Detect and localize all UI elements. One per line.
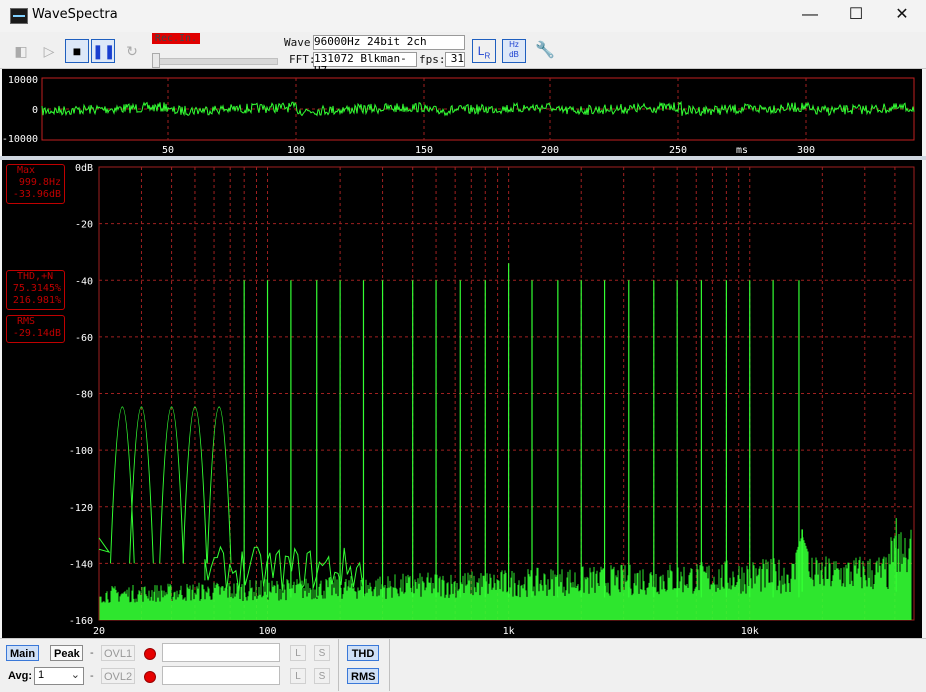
scope-y-tick: 0 <box>32 105 38 116</box>
stop-icon[interactable]: ■ <box>65 39 89 63</box>
db-tick-label: -140 <box>69 559 93 570</box>
scope-x-tick: 150 <box>415 145 433 156</box>
thdn-readout-value: 216.981% <box>12 295 61 306</box>
fps-value: 31 <box>445 52 465 67</box>
thd-readout-title: THD,+N <box>17 271 54 282</box>
fps-label: fps: <box>419 53 446 66</box>
ovl2-dash: - <box>90 670 94 682</box>
noise-floor <box>99 529 912 620</box>
spectrum-grid <box>98 166 915 621</box>
level-slider-thumb[interactable] <box>152 53 160 68</box>
hz-db-icon[interactable]: Hz dB <box>502 39 526 63</box>
scope-y-tick: 10000 <box>8 75 38 86</box>
freq-tick-label: 10k <box>741 626 759 637</box>
ovl2-field <box>162 666 280 685</box>
scope-x-tick: 250 <box>669 145 687 156</box>
app-icon <box>10 8 28 24</box>
spectrum-panel: 0dB -20 -40 -60 -80 -100 -120 -140 -160 20 100 1k 1… <box>2 160 922 638</box>
ovl1-field <box>162 643 280 662</box>
maximize-icon[interactable]: ☐ <box>833 0 879 30</box>
db-tick-label: -20 <box>75 220 93 231</box>
waveform-svg: 10000 0 -10000 50 100 150 200 250 ms 300 <box>2 75 915 156</box>
peak-button[interactable]: Peak <box>50 645 83 661</box>
thd-readout-box: THD,+N 75.3145% 216.981% <box>6 270 65 310</box>
play-icon[interactable]: ▷ <box>37 39 61 63</box>
thd-button[interactable]: THD <box>347 645 379 661</box>
harmonic-lobe <box>206 406 232 564</box>
rms-button[interactable]: RMS <box>347 668 379 684</box>
rms-readout-value: -29.14dB <box>12 328 61 339</box>
ovl1-s-button[interactable]: S <box>314 645 330 661</box>
ovl2-s-button[interactable]: S <box>314 668 330 684</box>
main-button[interactable]: Main <box>6 645 39 661</box>
minimize-icon[interactable]: — <box>787 0 833 30</box>
spectrum-x-ticks: 20 100 1k 10k <box>93 626 759 637</box>
close-icon[interactable]: ✕ <box>879 0 925 30</box>
bottom-divider <box>338 639 339 691</box>
max-readout-freq: 999.8Hz <box>18 177 61 188</box>
title-bar: WaveSpectra — ☐ ✕ <box>0 0 926 32</box>
thd-readout-value: 75.3145% <box>12 283 61 294</box>
ovl2-led-icon <box>144 671 156 683</box>
bottom-divider-2 <box>389 639 390 691</box>
rec-in-indicator: Rec.In. <box>152 33 200 44</box>
chevron-down-icon: ⌄ <box>70 669 80 681</box>
ovl2-l-button[interactable]: L <box>290 668 306 684</box>
freq-tick-label: 1k <box>503 626 515 637</box>
ovl2-indicator: OVL2 <box>101 668 136 684</box>
max-readout-level: -33.96dB <box>12 189 61 200</box>
pause-icon[interactable]: ❚❚ <box>91 39 115 63</box>
scope-x-tick: 200 <box>541 145 559 156</box>
wave-value: 96000Hz 24bit 2ch <box>313 35 465 50</box>
db-tick-label: 0dB <box>75 163 93 174</box>
ovl1-indicator: OVL1 <box>101 645 136 661</box>
db-tick-label: -60 <box>75 333 93 344</box>
settings-wrench-icon[interactable]: 🔧 <box>533 39 557 63</box>
scope-x-tick: 300 <box>797 145 815 156</box>
loop-icon[interactable]: ↻ <box>120 39 144 63</box>
scope-x-tick: 100 <box>287 145 305 156</box>
ovl1-dash: - <box>90 647 94 659</box>
open-file-icon[interactable]: ◧ <box>9 39 33 63</box>
ovl1-l-button[interactable]: L <box>290 645 306 661</box>
ovl1-led-icon <box>144 648 156 660</box>
rms-readout-box: RMS -29.14dB <box>6 315 65 343</box>
max-readout-title: Max <box>17 165 36 176</box>
freq-tick-label: 100 <box>258 626 276 637</box>
fft-label: FFT: <box>289 53 316 66</box>
scope-y-tick: -10000 <box>2 134 38 145</box>
channel-lr-icon[interactable]: LR <box>472 39 496 63</box>
avg-select[interactable]: 1 ⌄ <box>34 667 84 685</box>
spectrum-trace <box>98 263 912 620</box>
spectrum-svg: 0dB -20 -40 -60 -80 -100 -120 -140 -160 20 100 1k 1… <box>69 163 915 637</box>
scope-trace <box>41 100 915 117</box>
rms-readout-title: RMS <box>17 316 36 327</box>
avg-label: Avg: <box>8 670 33 682</box>
scope-x-unit: ms <box>736 145 748 156</box>
level-slider-track[interactable] <box>152 58 278 65</box>
db-tick-label: -120 <box>69 503 93 514</box>
db-tick-label: -80 <box>75 390 93 401</box>
max-readout-box: Max 999.8Hz -33.96dB <box>6 164 65 204</box>
waveform-scope: 10000 0 -10000 50 100 150 200 250 ms 300 <box>2 69 922 156</box>
spectrum-lowend <box>98 537 111 553</box>
spectrum-y-ticks: 0dB -20 -40 -60 -80 -100 -120 -140 -160 <box>69 163 93 627</box>
db-tick-label: -160 <box>69 616 93 627</box>
bottom-panel <box>0 638 926 692</box>
avg-select-value: 1 <box>38 669 45 681</box>
window-title: WaveSpectra <box>32 7 118 22</box>
fft-value: 131072 Blkman-H7 <box>313 52 417 77</box>
scope-x-tick: 50 <box>162 145 174 156</box>
db-tick-label: -100 <box>69 446 93 457</box>
db-tick-label: -40 <box>75 276 93 287</box>
freq-tick-label: 20 <box>93 626 105 637</box>
